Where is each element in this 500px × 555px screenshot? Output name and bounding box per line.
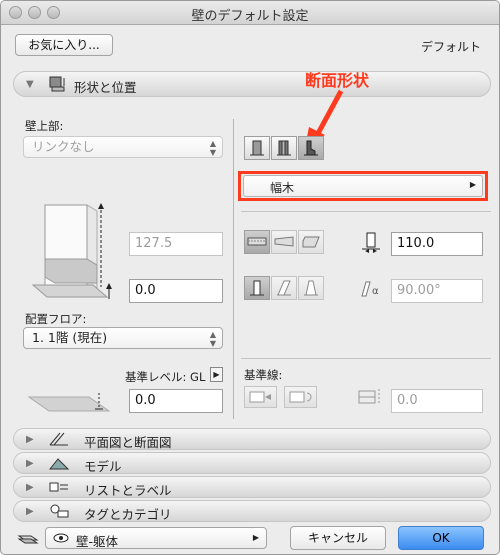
floor-plan-icon (48, 431, 70, 450)
profile-value: 幅木 (270, 181, 295, 195)
reference-line-label: 基準線: (244, 368, 283, 382)
reference-level-diagram (23, 389, 119, 420)
collapsed-triangle-icon: ▶ (26, 506, 34, 517)
title-bar: 壁のデフォルト設定 (1, 1, 499, 25)
reference-line-offset-field[interactable]: 0.0 (391, 389, 483, 413)
collapsed-triangle-icon: ▶ (26, 434, 34, 445)
section-geometry-label: 形状と位置 (74, 80, 137, 95)
section-floor-plan-header[interactable]: ▶ 平面図と断面図 (13, 428, 491, 450)
column-divider (233, 119, 234, 419)
eye-icon (52, 531, 70, 548)
wall-top-select[interactable]: リンクなし ▲ ▼ (23, 136, 223, 158)
wall-double-slanted-button[interactable] (298, 276, 324, 300)
basic-wall-structure-button[interactable] (244, 136, 270, 160)
right-triangle-icon: ▶ (469, 180, 476, 189)
collapsed-triangle-icon: ▶ (26, 458, 34, 469)
section-model-header[interactable]: ▶ モデル (13, 452, 491, 474)
collapsed-triangle-icon: ▶ (26, 482, 34, 493)
wall-geometry-trapezoid-button[interactable] (271, 230, 297, 254)
wall-top-label: 壁上部: (25, 119, 64, 133)
home-floor-label: 配置フロア: (25, 312, 87, 326)
wall-geometry-straight-button[interactable] (244, 230, 270, 254)
reference-level-menu-button[interactable]: ▶ (210, 367, 223, 382)
profile-select[interactable]: 幅木 ▶ (243, 175, 483, 197)
reference-line-offset-icon (357, 385, 387, 412)
wall-top-value: リンクなし (32, 139, 95, 154)
layer-select[interactable]: 壁-躯体 ▶ (45, 527, 267, 549)
model-icon (48, 455, 70, 474)
home-floor-value: 1. 1階 (現在) (32, 330, 108, 345)
listing-label-icon (48, 479, 70, 498)
updown-arrows-icon: ▲ ▼ (209, 139, 216, 157)
reference-line-flip-button[interactable] (284, 386, 317, 408)
slant-angle-field[interactable]: 90.00° (391, 279, 483, 303)
wall-thickness-field[interactable]: 110.0 (391, 232, 483, 256)
wall-height-diagram (23, 197, 123, 310)
default-label: デフォルト (421, 40, 482, 54)
section-listing-header[interactable]: ▶ リストとラベル (13, 476, 491, 498)
wall-geometry-icon (48, 75, 68, 96)
section-tags-header[interactable]: ▶ タグとカテゴリ (13, 500, 491, 522)
composite-wall-structure-button[interactable] (271, 136, 297, 160)
section-label: 平面図と断面図 (84, 435, 172, 450)
reference-level-label: 基準レベル: GL (125, 370, 206, 384)
section-label: リストとラベル (84, 483, 172, 498)
expanded-triangle-icon: ▼ (26, 79, 34, 90)
profile-wall-structure-button[interactable] (298, 136, 324, 160)
ok-button[interactable]: OK (398, 526, 484, 550)
reference-line-divider (241, 358, 491, 359)
slant-angle-icon: α (356, 278, 388, 303)
reference-line-outside-button[interactable] (244, 386, 277, 408)
updown-arrows-icon: ▲ ▼ (209, 330, 216, 348)
right-triangle-icon: ▶ (252, 533, 259, 542)
dialog-window: 壁のデフォルト設定 お気に入り... デフォルト ▼ 形状と位置 断面形状 壁上… (0, 0, 500, 555)
layers-icon (15, 528, 41, 551)
home-floor-select[interactable]: 1. 1階 (現在) ▲ ▼ (23, 327, 223, 349)
wall-geometry-polygon-button[interactable] (298, 230, 324, 254)
wall-straight-slant-button[interactable] (244, 276, 270, 300)
tag-category-icon (48, 503, 70, 522)
right-triangle-icon: ▶ (213, 370, 220, 379)
right-section-divider (241, 211, 491, 212)
wall-thickness-icon (359, 230, 385, 259)
base-offset-field[interactable]: 0.0 (129, 279, 223, 303)
svg-text:α: α (372, 286, 379, 297)
wall-slanted-button[interactable] (271, 276, 297, 300)
reference-level-field[interactable]: 0.0 (129, 389, 223, 413)
section-label: モデル (84, 459, 122, 474)
wall-height-field[interactable]: 127.5 (129, 232, 223, 256)
cancel-button[interactable]: キャンセル (290, 526, 386, 550)
window-title: 壁のデフォルト設定 (191, 9, 309, 24)
section-label: タグとカテゴリ (84, 507, 172, 522)
section-geometry-header[interactable]: ▼ 形状と位置 (13, 71, 491, 97)
favorites-button[interactable]: お気に入り... (15, 34, 113, 56)
layer-value: 壁-躯体 (76, 534, 119, 549)
